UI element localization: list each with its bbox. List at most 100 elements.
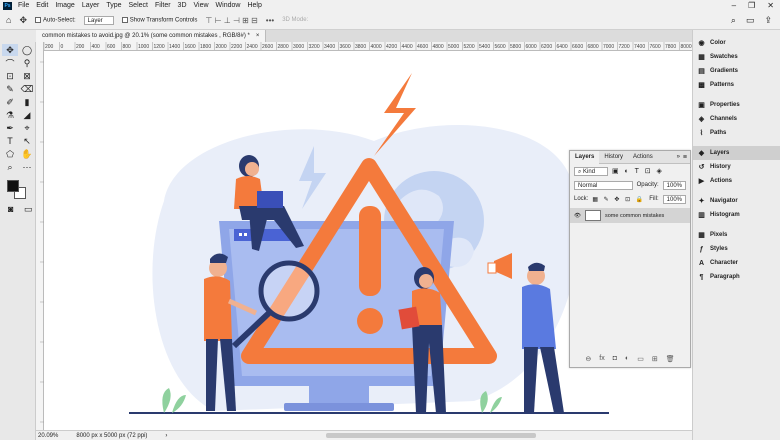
tab-layers[interactable]: Layers: [570, 150, 600, 164]
opacity-input[interactable]: 100%: [662, 180, 686, 190]
panel-patterns[interactable]: ▩ Patterns: [693, 78, 780, 92]
lock-icons[interactable]: ▦ ✎ ✥ ⊡ 🔒: [592, 196, 645, 203]
tool-3-icon[interactable]: ⚲: [19, 57, 35, 69]
workspace-icon[interactable]: ▭: [746, 15, 755, 26]
panel-properties[interactable]: ▣ Properties: [693, 98, 780, 112]
panel-pixels[interactable]: ▦ Pixels: [693, 228, 780, 242]
menu-select[interactable]: Select: [129, 2, 148, 9]
align-icons[interactable]: ⊤ ⊢ ⊥ ⊣ ⊞ ⊟: [205, 16, 257, 25]
layer-name[interactable]: some common mistakes: [605, 213, 664, 219]
tab-history[interactable]: History: [599, 151, 628, 164]
menu-layer[interactable]: Layer: [82, 2, 100, 9]
move-tool-icon[interactable]: ✥: [19, 15, 27, 26]
panel-label: Navigator: [710, 198, 738, 204]
tool-17-icon[interactable]: ✋: [19, 148, 35, 160]
panel-color[interactable]: ◉ Color: [693, 36, 780, 50]
menu-file[interactable]: File: [18, 2, 29, 9]
layer-style-icon[interactable]: fx: [599, 355, 604, 363]
fill-input[interactable]: 100%: [662, 194, 686, 204]
foreground-color-swatch[interactable]: [7, 180, 19, 192]
menu-window[interactable]: Window: [216, 2, 241, 9]
tool-7-icon[interactable]: ⌫: [19, 83, 35, 95]
delete-layer-icon[interactable]: 🗑: [666, 355, 675, 363]
menu-edit[interactable]: Edit: [36, 2, 48, 9]
panel-label: History: [710, 164, 731, 170]
tool-1-icon[interactable]: ◯: [19, 44, 35, 56]
panel-actions[interactable]: ▶ Actions: [693, 174, 780, 188]
home-icon[interactable]: ⌂: [6, 15, 11, 25]
link-layers-icon[interactable]: ⊖: [585, 355, 591, 363]
panel-swatches[interactable]: ▦ Swatches: [693, 50, 780, 64]
panel-character[interactable]: A Character: [693, 256, 780, 270]
panel-layers[interactable]: ◆ Layers: [693, 146, 780, 160]
tool-9-icon[interactable]: ▮: [19, 96, 35, 108]
panel-channels[interactable]: ◈ Channels: [693, 112, 780, 126]
tool-19-icon[interactable]: ⋯: [19, 161, 35, 173]
tool-15-icon[interactable]: ↖: [19, 135, 35, 147]
tool-16-icon[interactable]: ⬠: [2, 148, 18, 160]
panel-paragraph[interactable]: ¶ Paragraph: [693, 270, 780, 284]
search-icon[interactable]: ⌕: [731, 15, 736, 26]
plant-left-icon: [162, 388, 186, 413]
transform-controls-checkbox[interactable]: [121, 16, 128, 23]
filter-kind-dropdown[interactable]: ⌕ Kind: [574, 166, 608, 176]
tool-6-icon[interactable]: ✎: [2, 83, 18, 95]
panel-navigator[interactable]: ✦ Navigator: [693, 194, 780, 208]
close-icon[interactable]: ✕: [767, 1, 774, 10]
screen-mode-icon[interactable]: ▭: [22, 203, 36, 215]
share-icon[interactable]: ⇪: [764, 15, 772, 26]
tool-2-icon[interactable]: ⌒: [2, 57, 18, 69]
panel-label: Layers: [710, 150, 730, 156]
panel-paths[interactable]: ⌇ Paths: [693, 126, 780, 140]
menu-type[interactable]: Type: [106, 2, 121, 9]
tool-10-icon[interactable]: ⚗: [2, 109, 18, 121]
filter-icons[interactable]: ▣ ◐ T ⊡ ◈: [612, 167, 664, 175]
tab-close-icon[interactable]: ×: [256, 33, 260, 39]
tool-13-icon[interactable]: ⌖: [19, 122, 35, 134]
menu-image[interactable]: Image: [55, 2, 74, 9]
auto-select-checkbox[interactable]: [34, 16, 41, 23]
3d-mode-label: 3D Mode:: [282, 17, 309, 23]
visibility-eye-icon[interactable]: 👁: [574, 213, 581, 219]
restore-icon[interactable]: ❐: [748, 1, 755, 10]
tool-5-icon[interactable]: ⊠: [19, 70, 35, 82]
menu-help[interactable]: Help: [247, 2, 261, 9]
panel-label: Paragraph: [710, 274, 740, 280]
minimize-icon[interactable]: –: [732, 1, 736, 10]
status-arrow-icon[interactable]: ›: [165, 433, 167, 439]
add-mask-icon[interactable]: ◘: [613, 355, 617, 363]
ruler-tick-label: 400: [92, 44, 101, 50]
tool-12-icon[interactable]: ✒: [2, 122, 18, 134]
panel-histogram[interactable]: ▥ Histogram: [693, 208, 780, 222]
ruler-tick-label: 5000: [448, 44, 459, 50]
tool-0-icon[interactable]: ✥: [2, 44, 18, 56]
panel-gradients[interactable]: ▤ Gradients: [693, 64, 780, 78]
more-options-icon[interactable]: •••: [266, 16, 274, 25]
new-group-icon[interactable]: ▭: [637, 355, 644, 363]
panel-styles[interactable]: ƒ Styles: [693, 242, 780, 256]
ruler-tick-label: 7800: [665, 44, 676, 50]
tool-11-icon[interactable]: ◢: [19, 109, 35, 121]
tool-4-icon[interactable]: ⊡: [2, 70, 18, 82]
auto-select-dropdown[interactable]: Layer: [83, 15, 114, 25]
panel-label: Channels: [710, 116, 738, 122]
menu-filter[interactable]: Filter: [155, 2, 171, 9]
adjustment-layer-icon[interactable]: ◐: [625, 355, 629, 363]
tool-14-icon[interactable]: T: [2, 135, 18, 147]
menu-3d[interactable]: 3D: [178, 2, 187, 9]
layer-row[interactable]: 👁 some common mistakes: [570, 208, 690, 223]
zoom-level[interactable]: 20.09%: [38, 433, 58, 439]
quick-mask-icon[interactable]: ◙: [4, 203, 18, 215]
blend-mode-dropdown[interactable]: Normal: [574, 180, 633, 190]
color-swatches[interactable]: [6, 179, 28, 201]
panel-history[interactable]: ↺ History: [693, 160, 780, 174]
panel-menu-icon[interactable]: ≡: [683, 154, 690, 161]
menu-view[interactable]: View: [194, 2, 209, 9]
fill-label: Fill:: [649, 196, 659, 202]
document-tab[interactable]: common mistakes to avoid.jpg @ 20.1% (so…: [36, 30, 267, 42]
horizontal-scrollbar[interactable]: [326, 433, 536, 438]
tool-8-icon[interactable]: ✐: [2, 96, 18, 108]
tab-actions[interactable]: Actions: [628, 151, 658, 164]
tool-18-icon[interactable]: ⌕: [2, 161, 18, 173]
new-layer-icon[interactable]: ⊞: [652, 355, 658, 363]
